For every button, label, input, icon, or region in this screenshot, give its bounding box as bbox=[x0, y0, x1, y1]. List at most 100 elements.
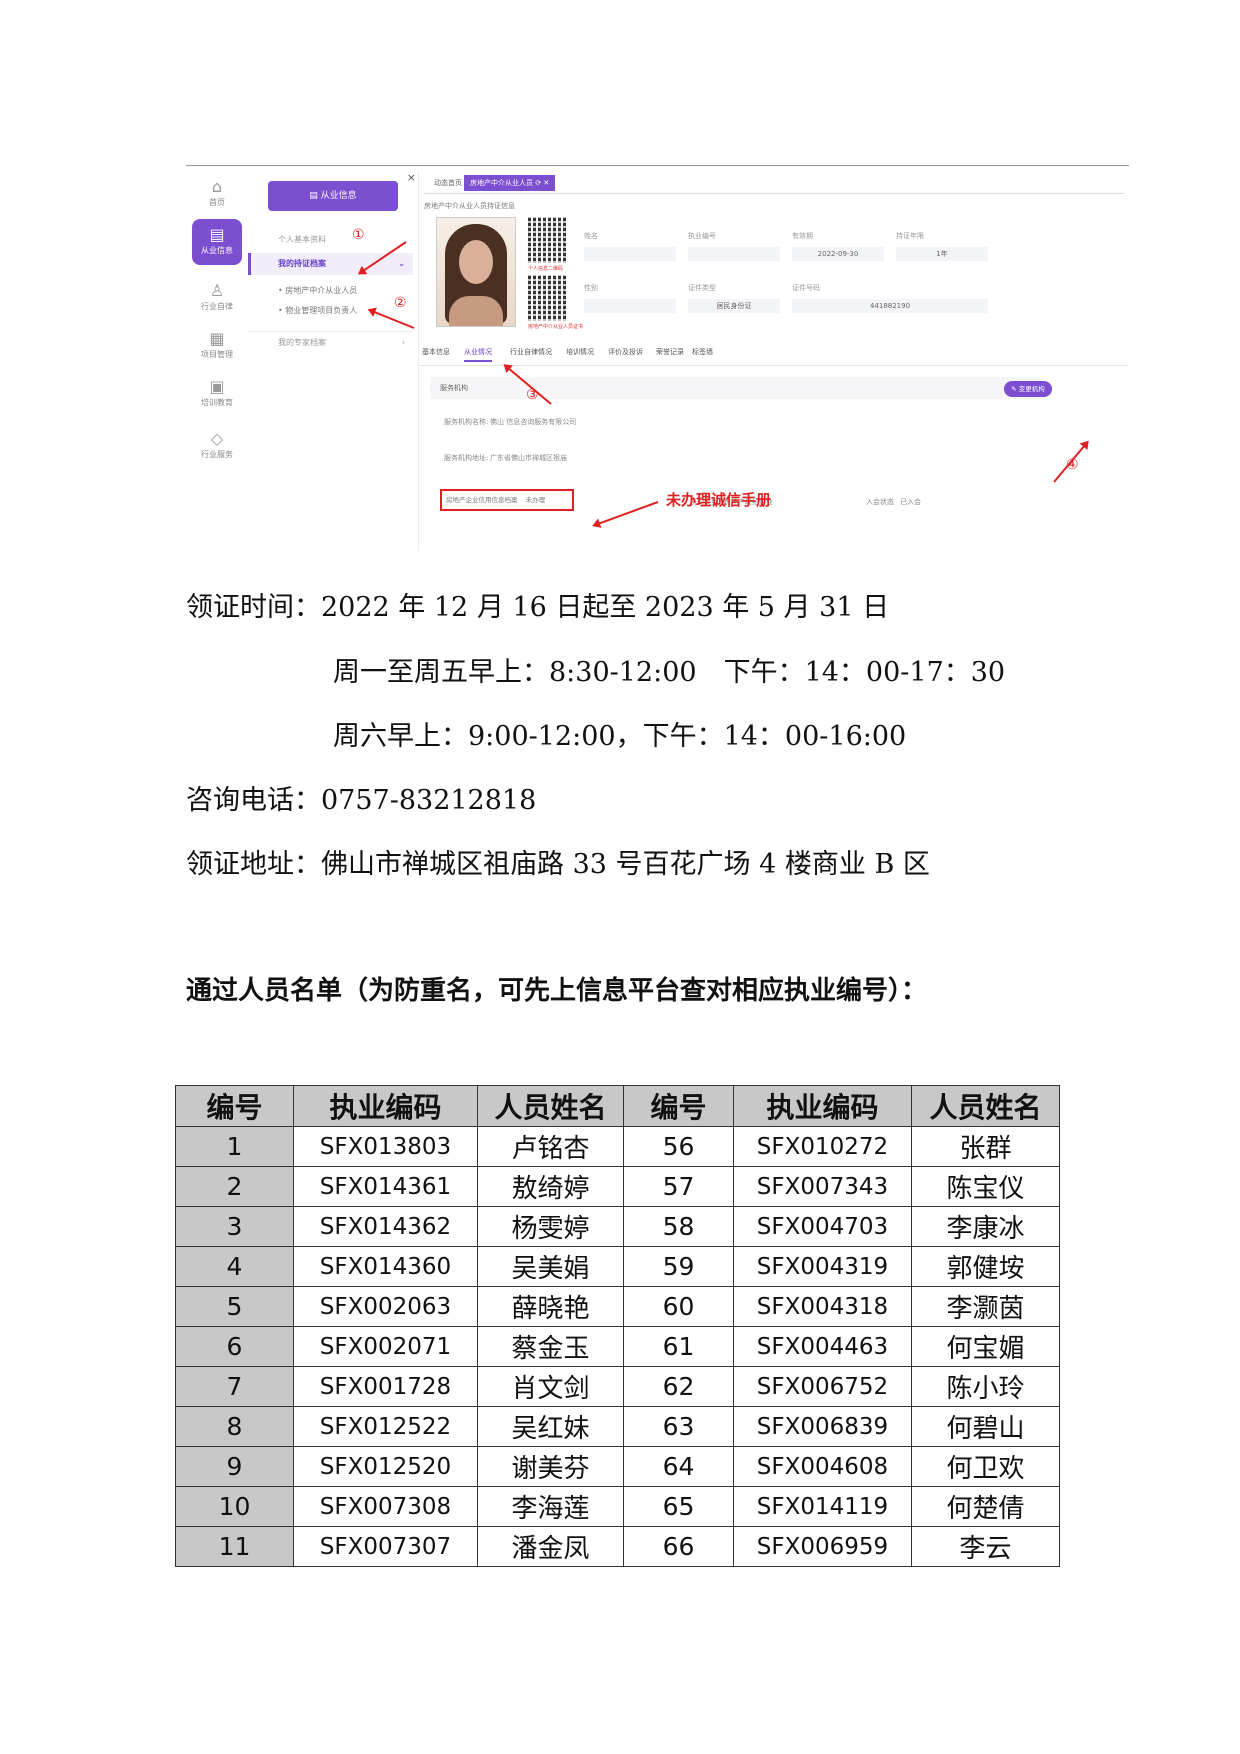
table-header-row: 编号 执业编码 人员姓名 编号 执业编码 人员姓名 bbox=[175, 1085, 1060, 1127]
header-no: 编号 bbox=[175, 1085, 294, 1127]
person-icon: ♙ bbox=[209, 281, 225, 300]
cell-no: 61 bbox=[623, 1326, 734, 1367]
cell-code: SFX010272 bbox=[733, 1126, 912, 1167]
training-icon: ▣ bbox=[209, 377, 225, 396]
tab-tag-wall[interactable]: 标签墙 bbox=[692, 347, 713, 357]
menu-item-expert[interactable]: 我的专家档案 › bbox=[248, 331, 413, 353]
cell-code: SFX007307 bbox=[293, 1526, 478, 1567]
passed-personnel-table: 编号 执业编码 人员姓名 编号 执业编码 人员姓名 1 SFX013803 卢铭杏 5… bbox=[175, 1085, 1060, 1567]
field-label: 持证年限 bbox=[896, 232, 924, 240]
rail-item-label: 首页 bbox=[209, 198, 225, 207]
cell-code: SFX014119 bbox=[733, 1486, 912, 1527]
close-menu-icon[interactable]: × bbox=[407, 171, 416, 184]
credit-value: 未办理 bbox=[525, 496, 546, 504]
rail-item-label: 从业信息 bbox=[201, 246, 233, 255]
cell-code: SFX014362 bbox=[293, 1206, 478, 1247]
chevron-down-icon: ⌄ bbox=[398, 259, 405, 268]
cell-name: 薛晓艳 bbox=[477, 1286, 624, 1327]
tab-honors[interactable]: 荣誉记录 bbox=[656, 347, 684, 357]
tab-employment[interactable]: 从业情况 bbox=[464, 347, 492, 362]
header-name: 人员姓名 bbox=[911, 1085, 1060, 1127]
menu-subitem-agent[interactable]: • 房地产中介从业人员 bbox=[278, 285, 357, 296]
tab-self-discipline[interactable]: 行业自律情况 bbox=[510, 347, 552, 357]
cell-code: SFX007308 bbox=[293, 1486, 478, 1527]
service-icon: ◇ bbox=[210, 429, 224, 448]
cell-code: SFX004318 bbox=[733, 1286, 912, 1327]
menu-item-certificate[interactable]: 我的持证档案 ⌄ bbox=[248, 253, 413, 275]
cell-no: 10 bbox=[175, 1486, 294, 1527]
menu-item-personal[interactable]: 个人基本资料 bbox=[248, 229, 413, 251]
cell-code: SFX002063 bbox=[293, 1286, 478, 1327]
cell-name: 何碧山 bbox=[911, 1406, 1060, 1447]
qr-code-icon bbox=[528, 217, 568, 263]
tab-basic-info[interactable]: 基本信息 bbox=[422, 347, 450, 357]
cell-no: 7 bbox=[175, 1366, 294, 1407]
change-org-button[interactable]: ✎ 变更机构 bbox=[1004, 381, 1052, 397]
field-value: 1年 bbox=[896, 247, 988, 261]
join-status-value: 已入会 bbox=[900, 498, 921, 506]
table-row: 1 SFX013803 卢铭杏 56 SFX010272 张群 bbox=[175, 1126, 1060, 1167]
menu-item-label: 个人基本资料 bbox=[278, 235, 326, 244]
consult-phone: 咨询电话：0757-83212818 bbox=[186, 785, 537, 816]
field-label: 证件号码 bbox=[792, 284, 820, 292]
side-menu: × ▤ 从业信息 个人基本资料 我的持证档案 ⌄ • 房地产中介从业人员 • 物… bbox=[248, 171, 419, 551]
content-area: 动态首页 房地产中介从业人员 ⟳ ✕ 房地产中介从业人员持证信息 个人信息二维码… bbox=[418, 171, 1129, 551]
cell-name: 陈宝仪 bbox=[911, 1166, 1060, 1207]
cell-name: 陈小玲 bbox=[911, 1366, 1060, 1407]
rail-item[interactable]: ◇ 行业服务 bbox=[192, 423, 242, 469]
rail-item[interactable]: ♙ 行业自律 bbox=[192, 275, 242, 321]
cell-code: SFX012520 bbox=[293, 1446, 478, 1487]
table-row: 6 SFX002071 蔡金玉 61 SFX004463 何宝媚 bbox=[175, 1326, 1060, 1367]
menu-header-button[interactable]: ▤ 从业信息 bbox=[268, 181, 398, 211]
cell-no: 66 bbox=[623, 1526, 734, 1567]
cell-name: 郭健垵 bbox=[911, 1246, 1060, 1287]
tab-training[interactable]: 培训情况 bbox=[566, 347, 594, 357]
sub-tab-bar: 基本信息 从业情况 行业自律情况 培训情况 评价及投诉 荣誉记录 标签墙 bbox=[418, 341, 1129, 366]
field-value bbox=[584, 299, 676, 313]
field-value: 2022-09-30 bbox=[792, 247, 884, 261]
cell-no: 60 bbox=[623, 1286, 734, 1327]
cell-code: SFX006959 bbox=[733, 1526, 912, 1567]
cell-no: 11 bbox=[175, 1526, 294, 1567]
service-address-label: 服务机构地址: bbox=[444, 454, 489, 462]
menu-subitem-property[interactable]: • 物业管理项目负责人 bbox=[278, 305, 357, 316]
cell-no: 57 bbox=[623, 1166, 734, 1207]
figure-top-rule bbox=[186, 165, 1129, 166]
rail-item-label: 行业服务 bbox=[201, 450, 233, 459]
cell-name: 杨雯婷 bbox=[477, 1206, 624, 1247]
rail-item[interactable]: ▤ 从业信息 bbox=[192, 219, 242, 265]
field-value bbox=[688, 247, 780, 261]
field-label: 姓名 bbox=[584, 232, 598, 240]
credit-record-highlight: 房地产企业信用信息档案 未办理 bbox=[440, 489, 574, 511]
annotation-1: ① bbox=[352, 227, 365, 243]
tab-home[interactable]: 动态首页 bbox=[428, 175, 468, 191]
rail-item-label: 培训教育 bbox=[201, 398, 233, 407]
cell-no: 6 bbox=[175, 1326, 294, 1367]
tab-evaluation[interactable]: 评价及投诉 bbox=[608, 347, 643, 357]
cell-name: 潘金凤 bbox=[477, 1526, 624, 1567]
field-value: 441882190 bbox=[792, 299, 988, 313]
rail-item[interactable]: ▣ 培训教育 bbox=[192, 371, 242, 417]
rail-item[interactable]: ⌂ 首页 bbox=[192, 171, 242, 217]
embedded-screenshot: ⌂ 首页 ▤ 从业信息 ♙ 行业自律 ▦ 项目管理 ▣ 培训教育 ◇ 行业服务 × ▤ 从业信息 个人… bbox=[186, 165, 1129, 551]
menu-item-label: 我的专家档案 bbox=[278, 338, 326, 347]
qr-code-icon bbox=[528, 275, 568, 321]
cell-code: SFX006839 bbox=[733, 1406, 912, 1447]
cell-no: 59 bbox=[623, 1246, 734, 1287]
cell-no: 64 bbox=[623, 1446, 734, 1487]
cell-name: 李康冰 bbox=[911, 1206, 1060, 1247]
field-value bbox=[584, 247, 676, 261]
qr-caption: 个人信息二维码 bbox=[528, 266, 564, 272]
page-title: 房地产中介从业人员持证信息 bbox=[424, 202, 515, 210]
project-icon: ▦ bbox=[209, 329, 225, 348]
cell-no: 65 bbox=[623, 1486, 734, 1527]
tab-agent-certificate[interactable]: 房地产中介从业人员 ⟳ ✕ bbox=[464, 175, 556, 191]
weekday-hours: 周一至周五早上：8:30-12:00 下午：14：00-17：30 bbox=[333, 657, 1006, 688]
cell-no: 56 bbox=[623, 1126, 734, 1167]
cell-code: SFX004463 bbox=[733, 1326, 912, 1367]
field-value: 居民身份证 bbox=[688, 299, 780, 313]
table-row: 7 SFX001728 肖文剑 62 SFX006752 陈小玲 bbox=[175, 1366, 1060, 1407]
tab-bar: 动态首页 房地产中介从业人员 ⟳ ✕ bbox=[424, 171, 1124, 194]
rail-item[interactable]: ▦ 项目管理 bbox=[192, 323, 242, 369]
id-card-icon: ▤ bbox=[209, 225, 225, 244]
